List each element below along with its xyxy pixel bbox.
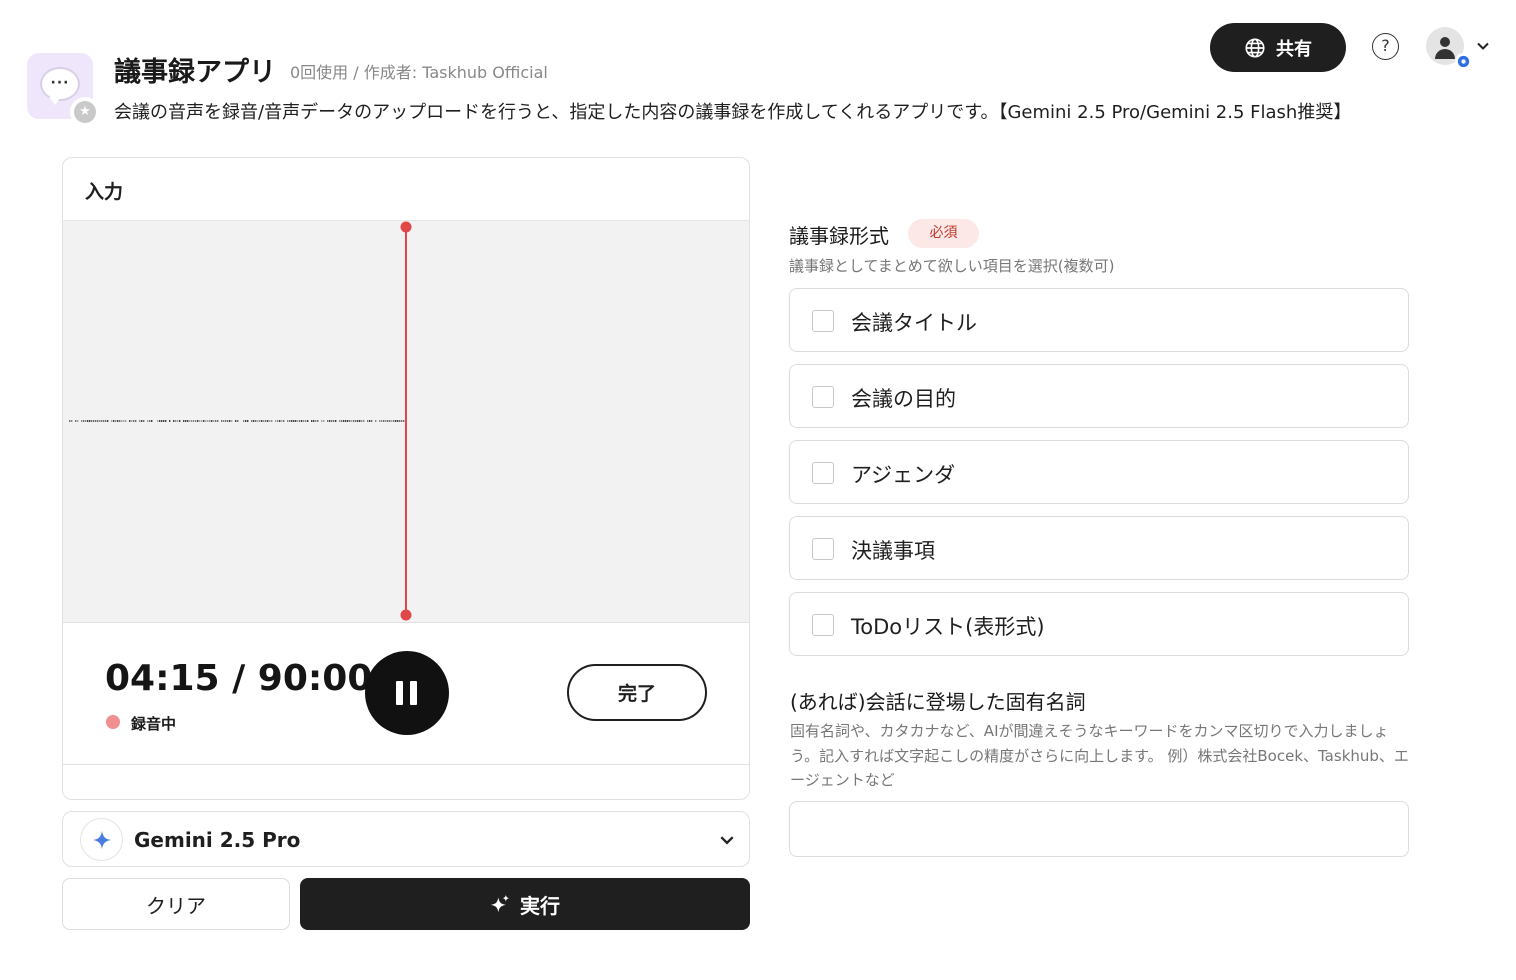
waveform-area: [63, 221, 749, 622]
recording-status: 録音中: [131, 715, 177, 733]
app-description: 会議の音声を録音/音声データのアップロードを行うと、指定した内容の議事録を作成し…: [114, 102, 1352, 123]
format-option-meeting-title[interactable]: 会議タイトル: [789, 288, 1409, 352]
sparkle-icon: [490, 894, 510, 913]
proper-nouns-input[interactable]: [789, 801, 1409, 857]
help-button[interactable]: ?: [1372, 33, 1399, 60]
option-label: 会議の目的: [851, 387, 956, 411]
chevron-down-icon: [719, 832, 735, 852]
option-label: アジェンダ: [851, 463, 956, 487]
share-label: 共有: [1276, 38, 1312, 60]
gear-icon: [1455, 53, 1472, 70]
option-label: ToDoリスト(表形式): [851, 615, 1045, 639]
model-select[interactable]: Gemini 2.5 Pro: [62, 811, 750, 867]
option-label: 会議タイトル: [851, 311, 977, 335]
finish-button[interactable]: 完了: [567, 664, 707, 721]
format-option-todo-list[interactable]: ToDoリスト(表形式): [789, 592, 1409, 656]
input-panel-title: 入力: [85, 181, 124, 203]
recording-indicator-dot: [106, 715, 120, 729]
checkbox[interactable]: [812, 386, 834, 408]
checkbox[interactable]: [812, 462, 834, 484]
input-panel: 入力 04:15 / 90:00 録音中 完了: [62, 157, 750, 800]
checkbox[interactable]: [812, 538, 834, 560]
favorite-star-icon[interactable]: ★: [70, 97, 100, 127]
model-select-value: Gemini 2.5 Pro: [134, 828, 301, 852]
account-menu-chevron-down-icon[interactable]: [1476, 38, 1490, 57]
format-option-agenda[interactable]: アジェンダ: [789, 440, 1409, 504]
app-meta: 0回使用 / 作成者: Taskhub Official: [290, 63, 548, 82]
format-option-meeting-purpose[interactable]: 会議の目的: [789, 364, 1409, 428]
speech-bubble-icon: ···: [40, 67, 80, 101]
format-field-help: 議事録としてまとめて欲しい項目を選択(複数可): [789, 257, 1115, 275]
checkbox[interactable]: [812, 614, 834, 636]
playhead-bottom-handle[interactable]: [400, 609, 412, 621]
user-icon: [1440, 37, 1450, 47]
proper-nouns-label: (あれば)会話に登場した固有名詞: [790, 690, 1086, 714]
option-label: 決議事項: [851, 539, 935, 563]
run-button[interactable]: 実行: [300, 878, 750, 930]
required-badge: 必須: [908, 219, 979, 248]
playhead-top-handle[interactable]: [400, 221, 412, 233]
globe-icon: [1245, 37, 1265, 58]
checkbox[interactable]: [812, 310, 834, 332]
proper-nouns-help: 固有名詞や、カタカナなど、AIが間違えそうなキーワードをカンマ区切りで入力しまし…: [790, 722, 1409, 789]
app-title: 議事録アプリ: [114, 57, 276, 88]
share-button[interactable]: 共有: [1210, 23, 1346, 72]
run-label: 実行: [520, 893, 560, 918]
gemini-sparkle-icon: [80, 818, 123, 861]
question-icon: ?: [1381, 36, 1390, 55]
pause-button[interactable]: [365, 651, 449, 735]
clear-button[interactable]: クリア: [62, 878, 290, 930]
recording-timer: 04:15 / 90:00: [105, 658, 373, 699]
waveform: [69, 221, 412, 621]
format-field-label: 議事録形式: [789, 224, 889, 248]
format-option-decisions[interactable]: 決議事項: [789, 516, 1409, 580]
